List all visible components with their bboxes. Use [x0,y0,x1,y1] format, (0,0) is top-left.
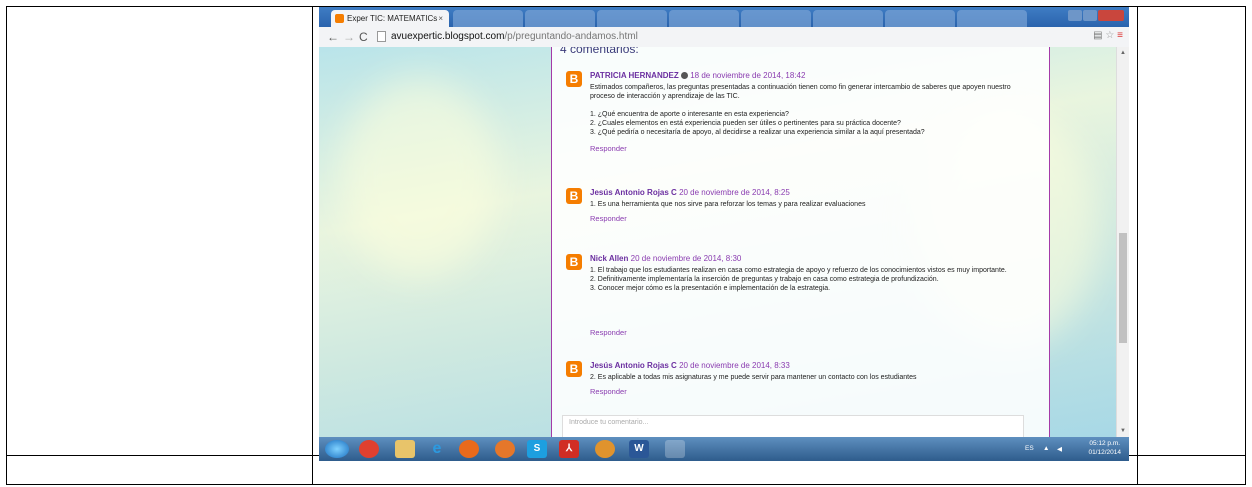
comment-author[interactable]: Nick Allen [590,254,628,263]
blogger-avatar-icon: B [566,254,582,270]
scroll-up-icon[interactable]: ▲ [1120,50,1126,56]
verified-icon [680,72,688,80]
window-controls [1067,8,1125,21]
blogger-avatar-icon: B [566,361,582,377]
page-icon [377,30,386,42]
tab-background[interactable] [669,10,739,27]
comment-line: 3. ¿Qué pediría o necesitaría de apoyo, … [590,129,925,136]
forward-icon[interactable]: → [343,30,355,44]
comment-header: Jesús Antonio Rojas C 20 de noviembre de… [590,361,790,370]
comment-body: 2. Es aplicable a todas mis asignaturas … [590,373,1036,382]
tab-bar: Exper TIC: MATEMATICs × [319,7,1129,27]
back-icon[interactable]: ← [327,30,339,44]
system-clock[interactable]: 05:12 p.m. 01/12/2014 [1088,439,1121,457]
maximize-icon[interactable] [1083,10,1097,21]
reply-link[interactable]: Responder [590,214,627,223]
comment-author[interactable]: PATRICIA HERNANDEZ [590,71,679,80]
language-indicator[interactable]: ES [1025,445,1034,452]
comment-author[interactable]: Jesús Antonio Rojas C [590,361,677,370]
url-field[interactable]: avuexpertic.blogspot.com/p/preguntando-a… [377,29,1077,44]
comment-line: Estimados compañeros, las preguntas pres… [590,84,1011,100]
comment-author[interactable]: Jesús Antonio Rojas C [590,188,677,197]
comment-line: 1. ¿Qué encuentra de aporte o interesant… [590,111,789,118]
comments-count-heading: 4 comentarios: [560,47,639,56]
scrollbar-thumb[interactable] [1119,233,1127,343]
reply-link[interactable]: Responder [590,387,627,396]
table-column-divider [1137,7,1138,484]
internet-explorer-icon[interactable]: e [427,440,447,458]
chrome-icon[interactable] [359,440,379,458]
address-bar: ← → C avuexpertic.blogspot.com/p/pregunt… [319,27,1129,48]
tab-background[interactable] [957,10,1027,27]
menu-icon[interactable]: ≡ [1117,30,1123,41]
reload-icon[interactable]: C [359,30,368,44]
browser-screenshot: Exper TIC: MATEMATICs × ← → C avuexperti… [319,7,1129,461]
tab-expertic[interactable]: Exper TIC: MATEMATICs × [331,10,449,27]
chrome-window-icon[interactable] [595,440,615,458]
background-glow [339,77,499,277]
clock-time: 05:12 p.m. [1089,440,1121,447]
blogger-avatar-icon: B [566,71,582,87]
comment-line: 1. El trabajo que los estudiantes realiz… [590,267,1007,274]
folder-icon[interactable] [395,440,415,458]
comment-header: Nick Allen 20 de noviembre de 2014, 8:30 [590,254,741,263]
url-host: avuexpertic.blogspot.com [391,31,505,42]
reply-link[interactable]: Responder [590,328,627,337]
comment-date[interactable]: 20 de noviembre de 2014, 8:30 [631,254,742,263]
comment-line [590,101,1036,110]
tab-background[interactable] [453,10,523,27]
comment-header: Jesús Antonio Rojas C 20 de noviembre de… [590,188,790,197]
comment-date[interactable]: 18 de noviembre de 2014, 18:42 [690,71,805,80]
bookmark-star-icon[interactable]: ☆ [1105,30,1114,41]
url-path: /p/preguntando-andamos.html [504,31,638,42]
page-action-icon[interactable]: ▤ [1093,30,1102,41]
comment-line: 2. Definitivamente implementaría la inse… [590,276,939,283]
tab-background[interactable] [813,10,883,27]
minimize-icon[interactable] [1068,10,1082,21]
comment-line: 2. ¿Cuales elementos en está experiencia… [590,120,901,127]
tab-title: Exper TIC: MATEMATICs [347,14,438,23]
comment-line: 2. Es aplicable a todas mis asignaturas … [590,374,917,381]
clock-date: 01/12/2014 [1088,449,1121,456]
tab-background[interactable] [597,10,667,27]
blogger-avatar-icon: B [566,188,582,204]
comment-line: 1. Es una herramienta que nos sirve para… [590,201,866,208]
table-column-divider [312,7,313,484]
comment-line: 3. Conocer mejor cómo es la presentación… [590,285,831,292]
tab-background[interactable] [525,10,595,27]
reply-link[interactable]: Responder [590,144,627,153]
tab-background[interactable] [741,10,811,27]
toolbar-icons: ▤ ☆ ≡ [1093,30,1123,41]
close-window-icon[interactable] [1098,10,1124,21]
comment-input[interactable]: Introduce tu comentario... [562,415,1024,437]
windows-taskbar: e S ⅄ W ES ▲ ◀ 05:12 p.m. 01/12/2014 [319,437,1129,461]
scroll-down-icon[interactable]: ▼ [1120,428,1126,434]
scrollbar[interactable]: ▲ ▼ [1116,47,1129,437]
blogger-icon [335,14,344,24]
comment-body: 1. Es una herramienta que nos sirve para… [590,200,1036,209]
volume-icon[interactable]: ◀ [1057,445,1062,453]
tab-background[interactable] [885,10,955,27]
comment-body: Estimados compañeros, las preguntas pres… [590,83,1036,137]
skype-icon[interactable]: S [527,440,547,458]
comments-column: 4 comentarios: B PATRICIA HERNANDEZ 18 d… [551,47,1050,437]
taskbar-app-icon[interactable] [665,440,685,458]
tray-arrow-icon[interactable]: ▲ [1043,445,1049,452]
comment-header: PATRICIA HERNANDEZ 18 de noviembre de 20… [590,71,805,80]
close-tab-icon[interactable]: × [438,10,443,27]
media-player-icon[interactable] [459,440,479,458]
document-table: Exper TIC: MATEMATICs × ← → C avuexperti… [6,6,1246,485]
start-button[interactable] [325,440,349,458]
word-icon[interactable]: W [629,440,649,458]
page-viewport: 4 comentarios: B PATRICIA HERNANDEZ 18 d… [319,47,1129,437]
comment-date[interactable]: 20 de noviembre de 2014, 8:25 [679,188,790,197]
firefox-icon[interactable] [495,440,515,458]
comment-body: 1. El trabajo que los estudiantes realiz… [590,266,1036,293]
pdf-reader-icon[interactable]: ⅄ [559,440,579,458]
comment-date[interactable]: 20 de noviembre de 2014, 8:33 [679,361,790,370]
